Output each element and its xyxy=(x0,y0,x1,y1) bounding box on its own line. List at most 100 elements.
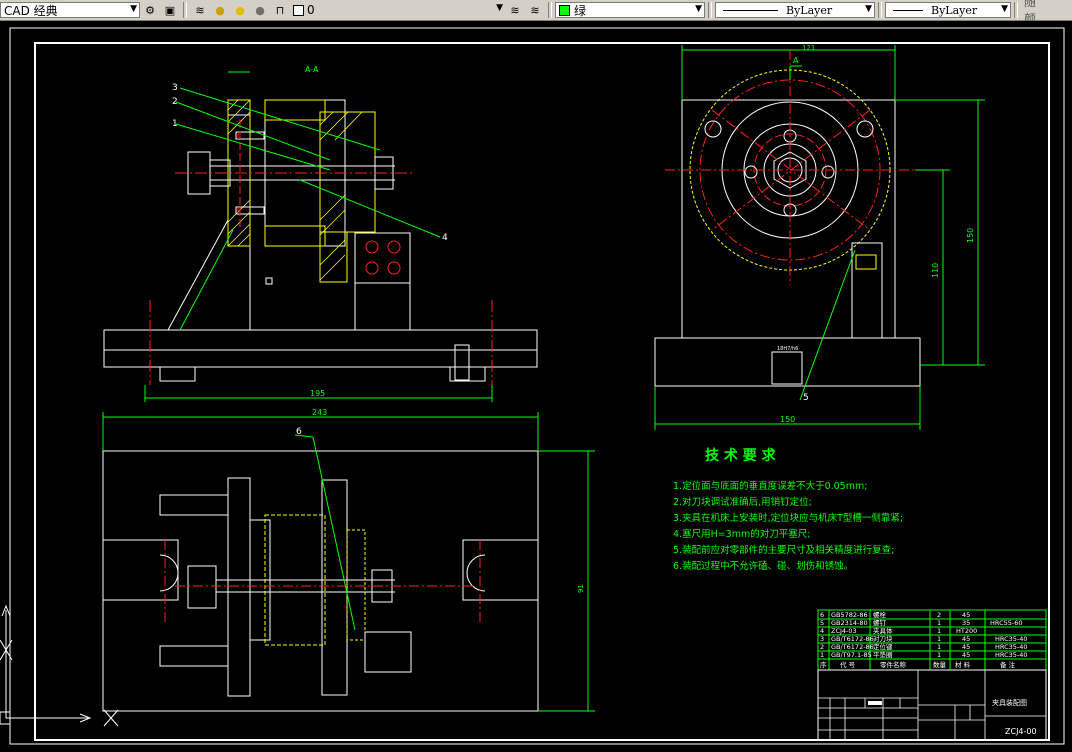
bom-cell: 平垫圈 xyxy=(873,650,893,659)
bom-header-cell: 序 xyxy=(820,660,827,669)
bom-cell: GB2314-80 xyxy=(831,619,868,627)
bom-header-cell: 代 号 xyxy=(840,660,856,669)
workspace-settings-icon[interactable]: ⚙ xyxy=(141,2,159,18)
callout-6: 6 xyxy=(296,427,302,437)
color-swatch-green xyxy=(559,4,570,16)
dim-plan-height: 91 xyxy=(577,584,585,593)
plan-upright xyxy=(227,477,251,697)
front-view: A-A 3 2 1 4 195 xyxy=(103,65,538,402)
bom-cell: HRC35-40 xyxy=(995,643,1028,651)
bom-cell: 1 xyxy=(937,651,941,659)
plotstyle-select[interactable]: 随颜 xyxy=(1021,0,1045,26)
dim-side-bottom: 150 xyxy=(780,415,795,424)
dim-side-height2: 110 xyxy=(931,263,940,278)
callout-5: 5 xyxy=(803,393,809,403)
bom-cell: HRC55-60 xyxy=(990,619,1023,627)
bom-header-cell: 材 料 xyxy=(955,660,971,669)
bom-cell: 螺栓 xyxy=(873,610,887,619)
bom-cell: GB/T6172-86 xyxy=(831,635,874,643)
key-left xyxy=(159,366,196,382)
workspace-select[interactable]: CAD 经典 ▼ xyxy=(0,2,140,18)
toolbar: CAD 经典 ▼ ⚙ ▣ ≋ ● ● ● ⊓ 0 ▼ ≋ ≋ 绿 ▼ ByLay… xyxy=(0,0,1072,26)
bom-cell: 5 xyxy=(820,619,824,627)
section-label: A-A xyxy=(305,65,319,74)
lock-icon[interactable]: ⊓ xyxy=(271,2,289,18)
sun-icon[interactable]: ● xyxy=(231,2,249,18)
dim-side-height1: 150 xyxy=(966,228,975,243)
bom-cell: GB/T97.1-85 xyxy=(831,651,872,659)
bom-cell: 1 xyxy=(937,619,941,627)
drawing-svg: A-A 3 2 1 4 195 121 150 110 150 18H7/h6 … xyxy=(0,27,1065,745)
drawing-canvas[interactable]: A-A 3 2 1 4 195 121 150 110 150 18H7/h6 … xyxy=(0,21,1072,748)
layer-states-icon[interactable]: ≋ xyxy=(526,2,544,18)
bom-cell: 2 xyxy=(820,643,824,651)
bom-cell: 夹具体 xyxy=(873,626,893,635)
chevron-down-icon: ▼ xyxy=(130,4,137,14)
bom-cell: 45 xyxy=(962,643,970,651)
bom-cell: 3 xyxy=(820,635,824,643)
dim-top-overall: 243 xyxy=(312,408,327,417)
workspace-value: CAD 经典 xyxy=(4,3,58,18)
bom-cell: 45 xyxy=(962,635,970,643)
color-value: 绿 xyxy=(574,3,587,18)
bulb-icon[interactable]: ● xyxy=(211,2,229,18)
bom-table: 6 GB5782-86 螺栓 2 45 HRC55-60 5 GB2314-80… xyxy=(817,609,1047,671)
dim-small-slot: 18H7/h6 xyxy=(777,346,798,352)
color-swatch-white xyxy=(293,4,304,16)
bom-cell: 45 xyxy=(962,651,970,659)
tech-line-2: 2.对刀块调试准确后,用销钉定位; xyxy=(673,496,812,508)
chevron-down-icon: ▼ xyxy=(865,4,872,14)
title-block-code: ZCJ4-00 xyxy=(1005,727,1037,736)
bom-cell: 1 xyxy=(937,643,941,651)
lineweight-select[interactable]: ByLayer ▼ xyxy=(885,2,1011,18)
bom-cell: 45 xyxy=(962,611,970,619)
custom-icon[interactable]: ▣ xyxy=(161,2,179,18)
tech-line-6: 6.装配过程中不允许磕、碰、划伤和锈蚀。 xyxy=(673,560,853,572)
plan-view: 243 91 6 xyxy=(102,408,595,712)
side-view: 121 150 110 150 18H7/h6 A 5 xyxy=(654,44,985,430)
bom-cell: GB/T6172-86 xyxy=(831,643,874,651)
linetype-select[interactable]: ByLayer ▼ xyxy=(715,2,875,18)
bom-cell: HRC35-40 xyxy=(995,651,1028,659)
tech-line-5: 5.装配前应对零部件的主要尺寸及相关精度进行复查; xyxy=(673,544,894,556)
color-select[interactable]: 绿 ▼ xyxy=(555,2,705,18)
dim-front-bottom: 195 xyxy=(310,389,325,398)
bom-cell: 4 xyxy=(820,627,824,635)
layer-previous-icon[interactable]: ≋ xyxy=(506,2,524,18)
linetype-value: ByLayer xyxy=(786,3,833,17)
tech-title: 技 术 要 求 xyxy=(705,447,777,464)
layer-select[interactable]: 0 ▼ xyxy=(290,2,505,18)
bom-cell: ZCJ4-03 xyxy=(831,627,857,635)
view-arrow-label: A xyxy=(793,56,799,65)
tech-line-4: 4.塞尺用H=3mm的对刀平塞尺; xyxy=(673,528,810,540)
bom-cell: 定位键 xyxy=(873,642,893,651)
tool-setting-block xyxy=(354,232,411,284)
callout-4: 4 xyxy=(442,233,448,243)
bom-cell: 35 xyxy=(962,619,970,627)
freeze-icon[interactable]: ● xyxy=(251,2,269,18)
bom-cell: HRC35-40 xyxy=(995,635,1028,643)
chevron-down-icon: ▼ xyxy=(496,3,503,13)
bom-header-cell: 备 注 xyxy=(1000,660,1016,669)
bom-cell: 1 xyxy=(820,651,824,659)
layers-icon[interactable]: ≋ xyxy=(191,2,209,18)
bom-cell: GB5782-86 xyxy=(831,611,868,619)
bom-cell: 1 xyxy=(937,635,941,643)
linetype-line xyxy=(723,9,778,11)
plan-flange xyxy=(321,479,348,696)
tech-requirements: 技 术 要 求 1.定位面与底面的垂直度误差不大于0.05mm; 2.对刀块调试… xyxy=(673,447,903,572)
bom-cell: 对刀块 xyxy=(873,634,893,643)
tech-line-3: 3.夹具在机床上安装时,定位块应与机床T型槽一侧靠紧; xyxy=(673,512,903,524)
callout-2: 2 xyxy=(172,97,178,107)
bom-cell: HT200 xyxy=(956,627,977,635)
ucs-icon xyxy=(0,604,119,727)
base-plate xyxy=(103,329,538,368)
chevron-down-icon: ▼ xyxy=(695,4,702,14)
bom-header-cell: 零件名称 xyxy=(880,660,907,669)
lineweight-line xyxy=(893,9,923,11)
tech-line-1: 1.定位面与底面的垂直度误差不大于0.05mm; xyxy=(673,480,867,492)
bom-cell: 1 xyxy=(937,627,941,635)
bom-cell: 螺钉 xyxy=(873,618,887,627)
dim-side-top: 121 xyxy=(802,44,815,52)
title-block-name: 夹具装配图 xyxy=(992,698,1027,707)
